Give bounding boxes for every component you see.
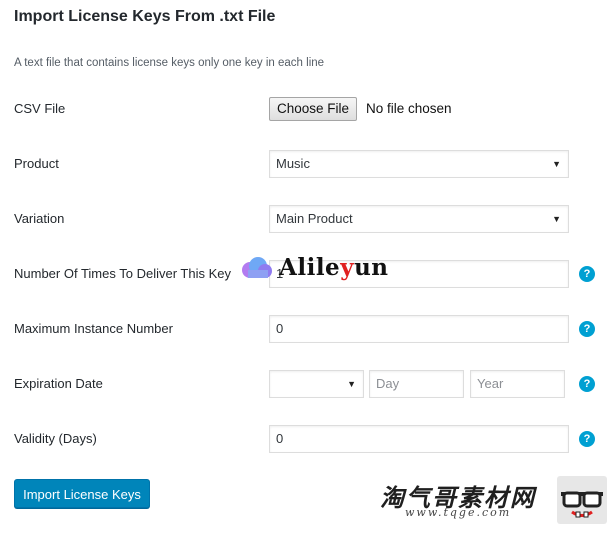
expiration-label: Expiration Date [14, 376, 103, 391]
glasses-logo-icon [557, 476, 607, 524]
product-row: Product Music ▼ [0, 150, 616, 178]
question-circle-icon[interactable]: ? [579, 266, 595, 282]
question-circle-icon[interactable]: ? [579, 321, 595, 337]
page-title: Import License Keys From .txt File [14, 8, 276, 25]
expiration-year-input[interactable]: Year [470, 370, 565, 398]
expiration-day-placeholder: Day [376, 376, 400, 391]
caret-down-icon: ▼ [552, 214, 561, 224]
product-label: Product [14, 156, 59, 171]
validity-row: Validity (Days) 0 ? [0, 425, 616, 453]
expiration-year-placeholder: Year [477, 376, 504, 391]
deliver-times-label: Number Of Times To Deliver This Key [14, 266, 231, 281]
max-instance-value: 0 [276, 321, 284, 336]
product-select-value: Music [276, 156, 310, 171]
page-description: A text file that contains license keys o… [14, 57, 325, 69]
cloud-logo-icon [242, 257, 272, 278]
tqge-watermark-url: www.tqge.com [405, 506, 512, 519]
validity-value: 0 [276, 431, 284, 446]
alileyun-text-b: y [340, 254, 355, 281]
variation-row: Variation Main Product ▼ [0, 205, 616, 233]
max-instance-label: Maximum Instance Number [14, 321, 173, 336]
max-instance-input[interactable]: 0 [269, 315, 569, 343]
caret-down-icon: ▼ [347, 379, 356, 389]
file-status: No file chosen [366, 101, 452, 116]
csv-file-label: CSV File [14, 101, 66, 116]
validity-input[interactable]: 0 [269, 425, 569, 453]
import-license-keys-button[interactable]: Import License Keys [14, 479, 150, 508]
question-circle-icon[interactable]: ? [579, 376, 595, 392]
max-instance-row: Maximum Instance Number 0 ? [0, 315, 616, 343]
variation-select-value: Main Product [276, 211, 353, 226]
expiration-month-select[interactable]: ▼ [269, 370, 364, 398]
alileyun-watermark: Alileyun [279, 254, 389, 281]
question-circle-icon[interactable]: ? [579, 431, 595, 447]
alileyun-text-a: Alile [279, 254, 341, 281]
expiration-day-input[interactable]: Day [369, 370, 464, 398]
caret-down-icon: ▼ [552, 159, 561, 169]
alileyun-text-c: un [354, 254, 389, 281]
choose-file-button[interactable]: Choose File [269, 97, 358, 121]
product-select[interactable]: Music ▼ [269, 150, 569, 178]
variation-select[interactable]: Main Product ▼ [269, 205, 569, 233]
expiration-row: Expiration Date ▼ Day Year ? [0, 370, 616, 398]
validity-label: Validity (Days) [14, 431, 97, 446]
variation-label: Variation [14, 211, 65, 226]
